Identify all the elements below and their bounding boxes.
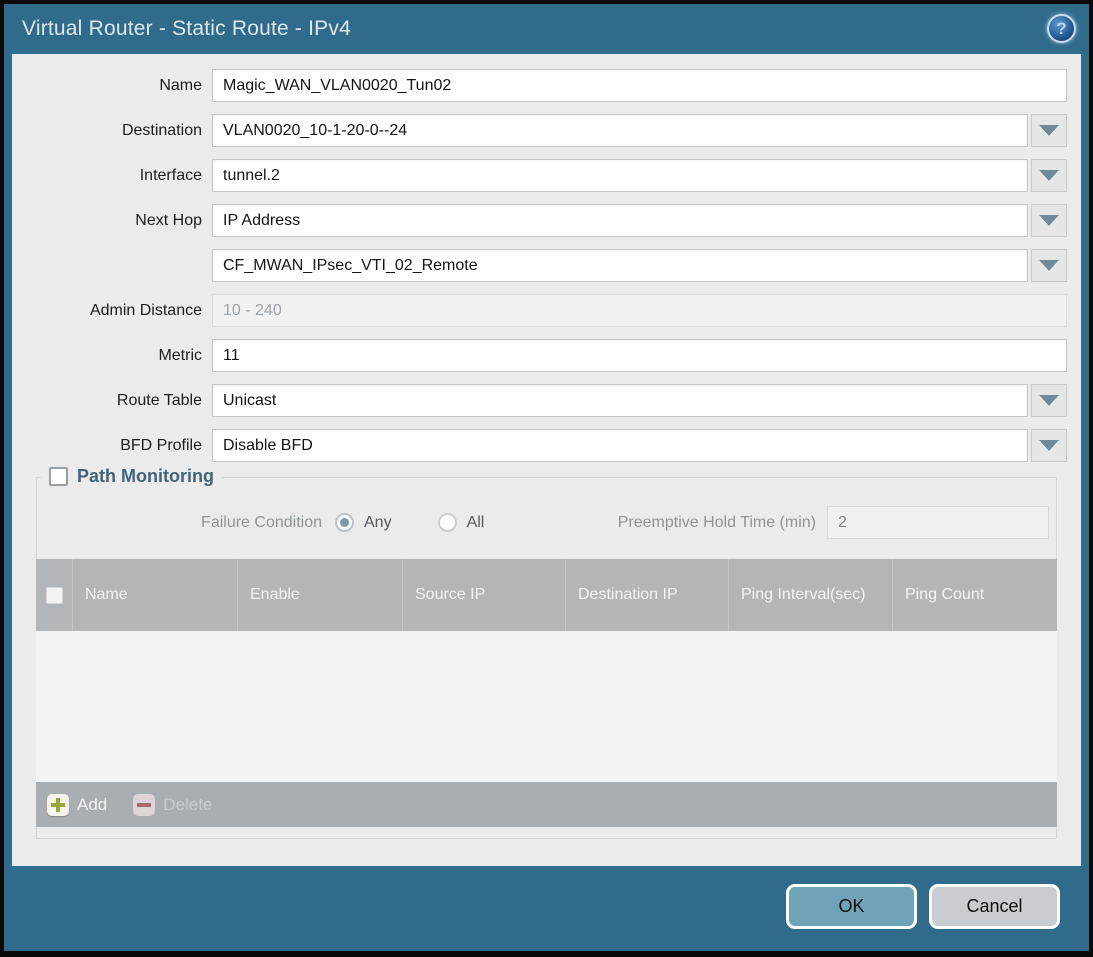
path-monitoring-section: Path Monitoring Failure Condition Any Al… <box>36 477 1057 839</box>
interface-dropdown-button[interactable] <box>1031 159 1067 192</box>
chevron-down-icon <box>1039 440 1059 451</box>
name-row: Name <box>12 69 1081 102</box>
select-all-column <box>36 559 72 631</box>
table-header-row: Name Enable Source IP Destination IP Pin… <box>36 559 1057 631</box>
column-header-name: Name <box>72 559 237 631</box>
route-table-input[interactable] <box>212 384 1028 417</box>
chevron-down-icon <box>1039 260 1059 271</box>
table-body-empty <box>36 631 1057 782</box>
admin-distance-label: Admin Distance <box>12 302 212 320</box>
dialog-window: Virtual Router - Static Route - IPv4 ? N… <box>0 0 1093 957</box>
chevron-down-icon <box>1039 215 1059 226</box>
column-header-destination-ip: Destination IP <box>565 559 728 631</box>
static-route-form: Name Destination Interface <box>12 54 1081 462</box>
next-hop-type-input[interactable] <box>212 204 1028 237</box>
dialog-title: Virtual Router - Static Route - IPv4 <box>22 17 351 41</box>
destination-label: Destination <box>12 122 212 140</box>
bfd-profile-input[interactable] <box>212 429 1028 462</box>
failure-condition-all-radio[interactable] <box>438 513 457 532</box>
destination-input[interactable] <box>212 114 1028 147</box>
dialog-frame: Virtual Router - Static Route - IPv4 ? N… <box>4 4 1089 951</box>
next-hop-address-input[interactable] <box>212 249 1028 282</box>
interface-row: Interface <box>12 159 1081 192</box>
failure-condition-any-radio[interactable] <box>335 513 354 532</box>
next-hop-label: Next Hop <box>12 212 212 230</box>
path-monitoring-title: Path Monitoring <box>77 466 214 487</box>
route-table-dropdown-button[interactable] <box>1031 384 1067 417</box>
column-header-source-ip: Source IP <box>402 559 565 631</box>
next-hop-address-dropdown-button[interactable] <box>1031 249 1067 282</box>
name-input[interactable] <box>212 69 1067 102</box>
plus-icon <box>47 794 69 816</box>
chevron-down-icon <box>1039 170 1059 181</box>
column-header-ping-interval: Ping Interval(sec) <box>728 559 892 631</box>
path-monitoring-checkbox[interactable] <box>49 467 68 486</box>
preemptive-hold-time-label: Preemptive Hold Time (min) <box>618 514 827 532</box>
interface-label: Interface <box>12 167 212 185</box>
destination-row: Destination <box>12 114 1081 147</box>
interface-input[interactable] <box>212 159 1028 192</box>
radio-dot <box>340 518 349 527</box>
admin-distance-row: Admin Distance <box>12 294 1081 327</box>
title-bar: Virtual Router - Static Route - IPv4 ? <box>4 4 1089 54</box>
column-header-ping-count: Ping Count <box>892 559 1057 631</box>
chevron-down-icon <box>1039 395 1059 406</box>
ok-button[interactable]: OK <box>786 884 917 929</box>
bfd-profile-dropdown-button[interactable] <box>1031 429 1067 462</box>
radio-dot <box>443 518 452 527</box>
path-monitoring-legend: Path Monitoring <box>41 466 222 487</box>
bfd-profile-label: BFD Profile <box>12 437 212 455</box>
path-monitoring-table: Name Enable Source IP Destination IP Pin… <box>36 559 1057 827</box>
failure-condition-label: Failure Condition <box>37 514 335 532</box>
delete-button[interactable]: Delete <box>133 794 212 816</box>
route-table-row: Route Table <box>12 384 1081 417</box>
column-header-enable: Enable <box>237 559 402 631</box>
route-table-label: Route Table <box>12 392 212 410</box>
dialog-content: Name Destination Interface <box>12 54 1081 866</box>
failure-condition-row: Failure Condition Any All Preemptive Hol… <box>37 506 1049 539</box>
name-label: Name <box>12 77 212 95</box>
bfd-profile-row: BFD Profile <box>12 429 1081 462</box>
destination-dropdown-button[interactable] <box>1031 114 1067 147</box>
failure-condition-all-label: All <box>467 514 485 532</box>
add-button-label: Add <box>77 795 107 815</box>
metric-label: Metric <box>12 347 212 365</box>
metric-input[interactable] <box>212 339 1067 372</box>
add-button[interactable]: Add <box>47 794 107 816</box>
minus-icon <box>133 794 155 816</box>
table-footer-bar: Add Delete <box>36 782 1057 827</box>
select-all-checkbox[interactable] <box>46 587 63 604</box>
metric-row: Metric <box>12 339 1081 372</box>
next-hop-address-row <box>12 249 1081 282</box>
next-hop-type-dropdown-button[interactable] <box>1031 204 1067 237</box>
admin-distance-input[interactable] <box>212 294 1067 327</box>
cancel-button[interactable]: Cancel <box>929 884 1060 929</box>
delete-button-label: Delete <box>163 795 212 815</box>
failure-condition-any-label: Any <box>364 514 392 532</box>
next-hop-row: Next Hop <box>12 204 1081 237</box>
chevron-down-icon <box>1039 125 1059 136</box>
help-icon[interactable]: ? <box>1047 14 1076 43</box>
preemptive-hold-time-input[interactable] <box>827 506 1049 539</box>
